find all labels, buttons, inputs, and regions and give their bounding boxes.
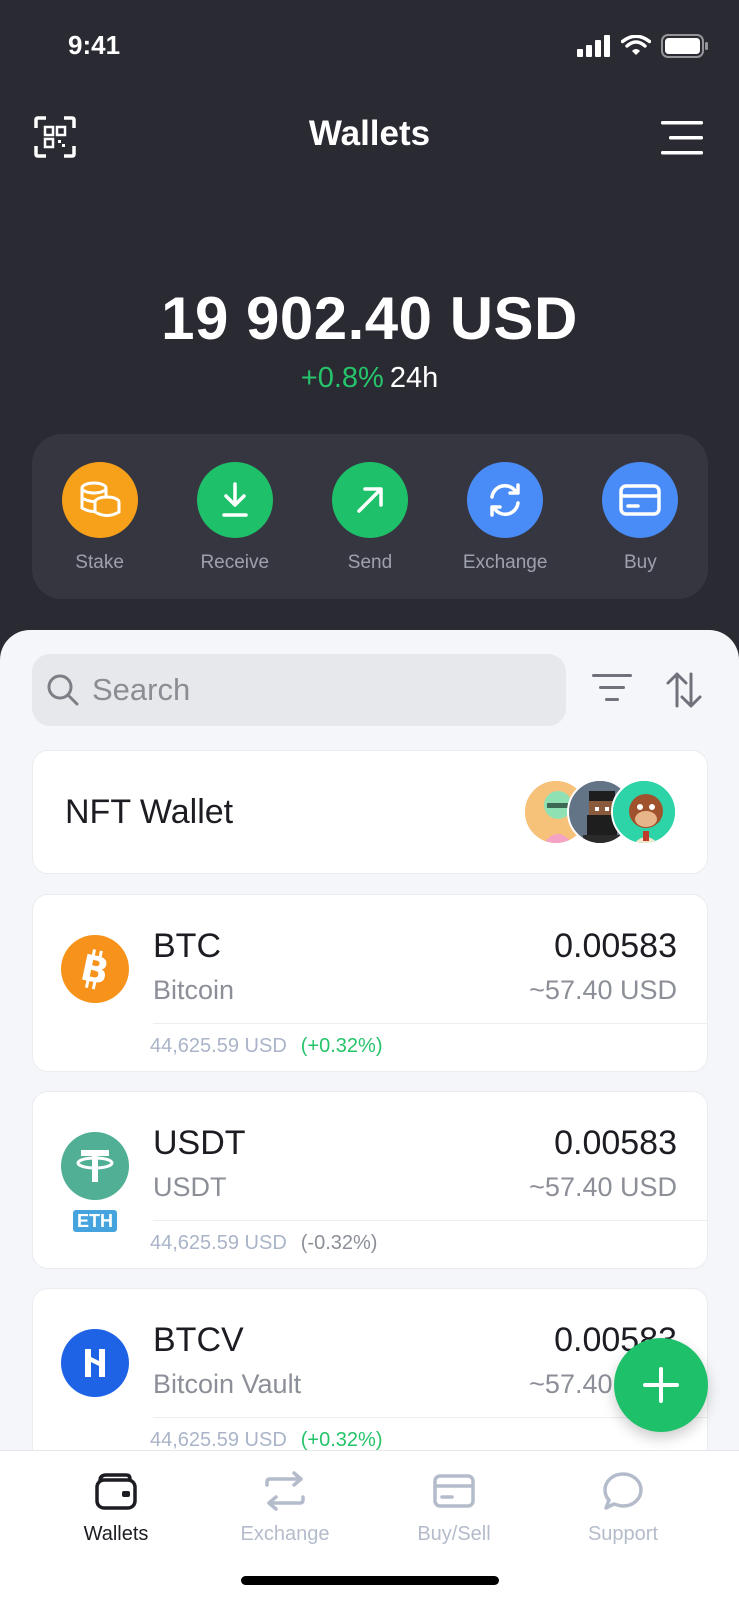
coin-price-row: 44,625.59 USD (+0.32%): [150, 1035, 382, 1058]
bitcoin-symbol-icon: B: [77, 948, 112, 990]
coin-name: Bitcoin Vault: [153, 1369, 302, 1399]
download-icon: [222, 482, 248, 517]
exchange-label: Exchange: [462, 552, 548, 573]
status-bar: 9:41: [0, 0, 739, 90]
tether-symbol-icon: [76, 1150, 114, 1182]
exchange-icon-circle: [467, 462, 544, 538]
sort-button[interactable]: [664, 670, 704, 710]
home-indicator: [241, 1576, 499, 1585]
coin-price: 44,625.59 USD: [150, 1232, 287, 1254]
coin-price-row: 44,625.59 USD (+0.32%): [150, 1429, 382, 1450]
add-wallet-button[interactable]: [614, 1338, 708, 1432]
tab-exchange[interactable]: Exchange: [200, 1471, 370, 1546]
nft-avatar-stack: [523, 779, 679, 845]
tab-support[interactable]: Support: [538, 1471, 708, 1546]
refresh-icon: [490, 483, 520, 517]
coin-card-btcv[interactable]: BTCV Bitcoin Vault 0.00583 ~57.40 USD 44…: [32, 1288, 708, 1450]
bitcoin-vault-symbol-icon: [85, 1349, 105, 1377]
stake-label: Stake: [75, 552, 124, 573]
coin-usd-value: ~57.40 USD: [529, 1172, 677, 1202]
nft-wallet-card[interactable]: NFT Wallet: [32, 750, 708, 874]
divider: [153, 1023, 707, 1024]
plus-icon: [643, 1367, 679, 1403]
network-badge: ETH: [71, 1208, 119, 1234]
status-time: 9:41: [68, 30, 121, 60]
send-label: Send: [347, 552, 393, 573]
coin-amount: 0.00583: [554, 1124, 677, 1162]
menu-button[interactable]: [657, 118, 705, 158]
exchange-arrows-icon: [265, 1471, 305, 1511]
signal-icon: [577, 35, 610, 57]
nft-avatar: [611, 779, 677, 845]
stake-button[interactable]: Stake: [45, 462, 155, 599]
tab-wallets[interactable]: Wallets: [31, 1471, 201, 1546]
stake-icon-circle: [61, 462, 138, 538]
exchange-button[interactable]: Exchange: [450, 462, 560, 599]
balance-change-period: 24h: [389, 362, 439, 394]
coin-price-change: (-0.32%): [300, 1232, 378, 1254]
filter-icon: [592, 674, 632, 701]
credit-card-icon: [433, 1474, 475, 1508]
tab-label: Buy/Sell: [417, 1523, 491, 1545]
receive-button[interactable]: Receive: [180, 462, 290, 599]
chat-bubble-icon: [603, 1472, 643, 1510]
coin-price-change: (+0.32%): [300, 1429, 383, 1450]
search-placeholder: Search: [92, 672, 191, 707]
card-icon: [619, 484, 662, 516]
battery-icon: [661, 34, 708, 58]
coin-symbol: USDT: [153, 1124, 246, 1162]
coin-price-change: (+0.32%): [300, 1035, 383, 1057]
coin-symbol: BTCV: [153, 1321, 244, 1359]
arrow-up-right-icon: [357, 487, 383, 513]
divider: [153, 1220, 707, 1221]
hamburger-menu-icon: [661, 121, 703, 155]
nft-ape-image: [613, 781, 675, 843]
search-input[interactable]: Search: [32, 654, 566, 726]
tab-label: Wallets: [83, 1523, 149, 1545]
quick-actions: Stake Receive Send Exchange Buy: [32, 434, 708, 599]
receive-icon-circle: [196, 462, 273, 538]
coin-name: Bitcoin: [153, 975, 235, 1005]
coin-name: USDT: [153, 1172, 227, 1202]
balance-change-percent: +0.8%: [300, 362, 384, 394]
wallet-list-sheet: Search NFT Wallet B BTC Bitcoin 0.00583 …: [0, 630, 739, 1450]
total-balance: 19 902.40 USD: [161, 285, 578, 352]
search-icon: [47, 674, 79, 706]
filter-button[interactable]: [590, 670, 634, 710]
divider: [153, 1417, 707, 1418]
nft-wallet-title: NFT Wallet: [65, 793, 234, 831]
sort-icon: [666, 672, 702, 708]
bitcoin-vault-icon: [61, 1329, 129, 1397]
buy-icon-circle: [602, 462, 679, 538]
coin-amount: 0.00583: [554, 927, 677, 965]
bitcoin-icon: B: [61, 935, 129, 1003]
coin-card-usdt[interactable]: ETH USDT USDT 0.00583 ~57.40 USD 44,625.…: [32, 1091, 708, 1269]
buy-label: Buy: [623, 552, 657, 573]
coin-usd-value: ~57.40 USD: [529, 975, 677, 1005]
tether-icon: [61, 1132, 129, 1200]
coins-icon: [80, 481, 121, 517]
balance-change: +0.8% 24h: [0, 362, 739, 395]
coin-price: 44,625.59 USD: [150, 1429, 287, 1450]
coin-price-row: 44,625.59 USD (-0.32%): [150, 1232, 377, 1255]
wallet-icon: [95, 1473, 137, 1510]
tab-label: Support: [587, 1523, 659, 1545]
receive-label: Receive: [200, 552, 270, 573]
coin-card-btc[interactable]: B BTC Bitcoin 0.00583 ~57.40 USD 44,625.…: [32, 894, 708, 1072]
tab-label: Exchange: [240, 1523, 330, 1545]
send-icon-circle: [331, 462, 408, 538]
coin-price: 44,625.59 USD: [150, 1035, 287, 1057]
wallet-header-section: 9:41 Wallets 19 902.40 USD +0.8% 24h Sta…: [0, 0, 739, 660]
wifi-icon: [621, 35, 651, 55]
buy-button[interactable]: Buy: [585, 462, 695, 599]
page-title: Wallets: [308, 114, 431, 153]
status-icons: [577, 34, 709, 58]
tab-buy-sell[interactable]: Buy/Sell: [369, 1471, 539, 1546]
coin-symbol: BTC: [153, 927, 221, 965]
send-button[interactable]: Send: [315, 462, 425, 599]
